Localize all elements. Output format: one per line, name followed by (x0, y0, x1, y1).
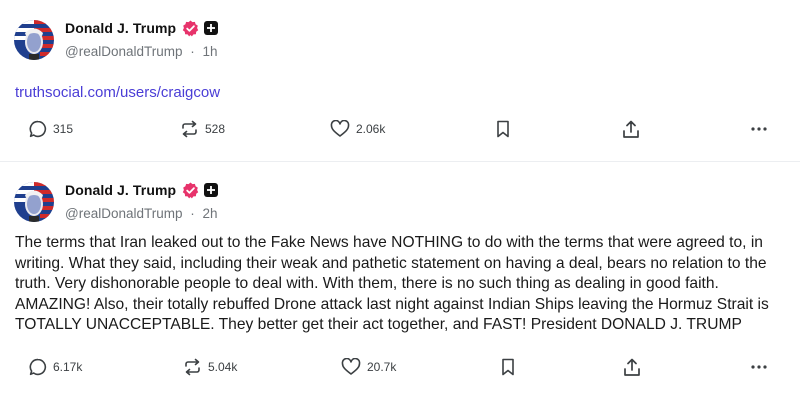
heart-icon (341, 358, 361, 376)
bookmark-button[interactable] (496, 120, 510, 138)
repost-button[interactable]: 5.04k (183, 358, 237, 376)
handle-row: @realDonaldTrump · 2h (65, 206, 218, 221)
repost-count: 528 (205, 122, 226, 136)
share-button[interactable] (623, 358, 641, 377)
post-header: Donald J. Trump (14, 18, 219, 60)
action-bar: 315 528 2.06k (0, 120, 800, 144)
speech-bubble-icon (29, 358, 47, 376)
name-row: Donald J. Trump (65, 18, 219, 38)
reply-button[interactable]: 315 (29, 120, 73, 138)
more-options-button[interactable] (750, 120, 768, 138)
name-row: Donald J. Trump (65, 180, 219, 200)
handle-row: @realDonaldTrump · 1h (65, 44, 218, 59)
share-button[interactable] (622, 120, 640, 139)
share-upload-icon (622, 120, 640, 139)
share-upload-icon (623, 358, 641, 377)
like-count: 20.7k (367, 360, 397, 374)
avatar[interactable] (14, 182, 54, 222)
repost-count: 5.04k (208, 360, 238, 374)
author-name[interactable]: Donald J. Trump (65, 182, 176, 198)
post-time[interactable]: 2h (203, 206, 218, 221)
post: Donald J. Trump (0, 162, 800, 404)
like-count: 2.06k (356, 122, 386, 136)
repost-arrows-icon (183, 358, 202, 376)
reply-count: 315 (53, 122, 74, 136)
reply-count: 6.17k (53, 360, 83, 374)
post-time[interactable]: 1h (203, 44, 218, 59)
feed: Donald J. Trump @realDonaldTrump · 1h tr… (0, 0, 800, 404)
repost-arrows-icon (180, 120, 199, 138)
avatar[interactable] (14, 20, 54, 60)
separator: · (190, 44, 195, 59)
more-dots-icon (750, 120, 768, 138)
author-meta: Donald J. Trump (65, 18, 219, 59)
bookmark-icon (501, 358, 515, 376)
post: Donald J. Trump (0, 0, 800, 162)
like-button[interactable]: 2.06k (330, 120, 385, 138)
author-meta: Donald J. Trump (65, 180, 219, 221)
action-bar: 6.17k 5.04k 20.7k (0, 358, 800, 382)
verified-badge-icon (182, 20, 199, 37)
post-text: The terms that Iran leaked out to the Fa… (15, 234, 769, 334)
author-handle[interactable]: @realDonaldTrump (65, 44, 183, 59)
author-name[interactable]: Donald J. Trump (65, 20, 176, 36)
repost-button[interactable]: 528 (180, 120, 225, 138)
plus-badge-icon (204, 21, 219, 35)
heart-icon (330, 120, 350, 138)
author-handle[interactable]: @realDonaldTrump (65, 206, 183, 221)
bookmark-button[interactable] (501, 358, 515, 376)
more-dots-icon (750, 358, 768, 376)
post-link[interactable]: truthsocial.com/users/craigcow (15, 84, 220, 101)
more-options-button[interactable] (750, 358, 768, 376)
speech-bubble-icon (29, 120, 47, 138)
verified-badge-icon (182, 182, 199, 199)
separator: · (190, 206, 195, 221)
like-button[interactable]: 20.7k (341, 358, 396, 376)
post-header: Donald J. Trump (14, 180, 219, 222)
reply-button[interactable]: 6.17k (29, 358, 82, 376)
bookmark-icon (496, 120, 510, 138)
plus-badge-icon (204, 183, 219, 197)
